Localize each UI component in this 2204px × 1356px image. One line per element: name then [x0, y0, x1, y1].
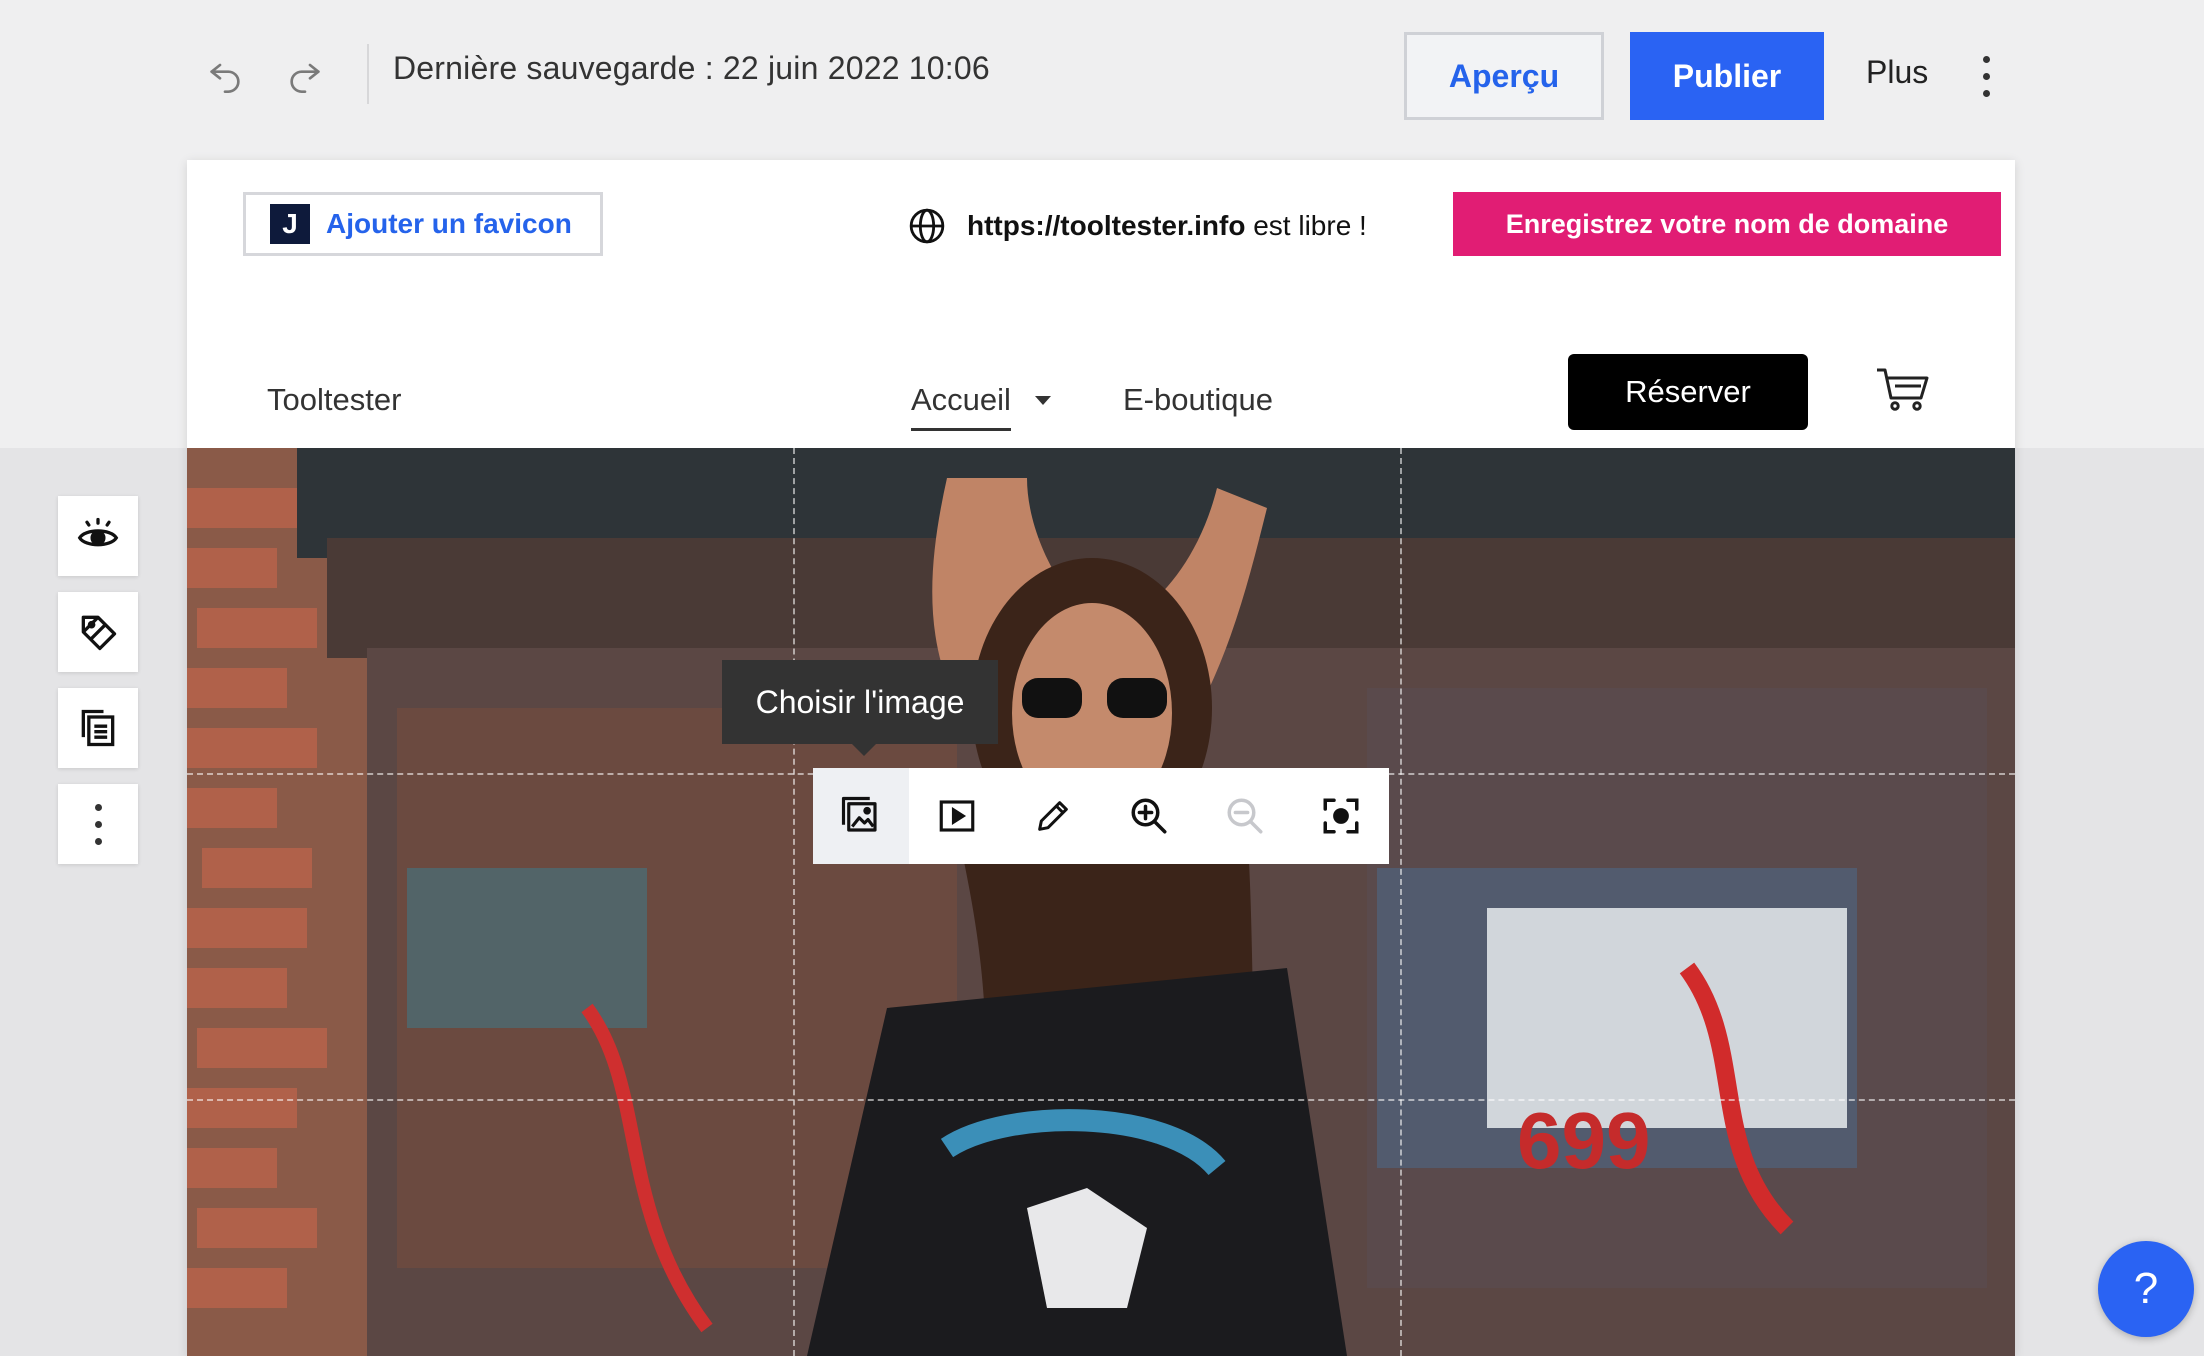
design-tool[interactable]: [58, 592, 138, 672]
layout-guide: [187, 1099, 2015, 1101]
pages-tool[interactable]: [58, 688, 138, 768]
hero-photo: 699: [187, 448, 2015, 1356]
zoom-out-button[interactable]: [1197, 768, 1293, 864]
choose-image-button[interactable]: [813, 768, 909, 864]
register-domain-button[interactable]: Enregistrez votre nom de domaine: [1453, 192, 2001, 256]
redo-icon[interactable]: [280, 50, 330, 100]
preview-button[interactable]: Aperçu: [1404, 32, 1604, 120]
book-button[interactable]: Réserver: [1568, 354, 1808, 430]
publish-button[interactable]: Publier: [1630, 32, 1824, 120]
pencil-icon: [1038, 801, 1068, 831]
pages-icon: [81, 709, 115, 747]
image-edit-toolbar: [813, 768, 1389, 864]
favicon-placeholder: J: [270, 204, 310, 244]
nav-home-label: Accueil: [911, 382, 1011, 431]
choose-image-tooltip: Choisir l'image: [722, 660, 998, 756]
domain-availability: https://tooltester.info est libre !: [907, 206, 1367, 246]
domain-promo-bar: J Ajouter un favicon https://tooltester.…: [187, 160, 2015, 285]
last-saved-text: Dernière sauvegarde : 22 juin 2022 10:06: [393, 50, 990, 86]
nav-item-home[interactable]: Accueil: [911, 382, 1051, 431]
video-button[interactable]: [909, 768, 1005, 864]
hero-image-section[interactable]: 699: [187, 448, 2015, 1356]
zoom-out-icon: [1227, 798, 1263, 834]
svg-text:699: 699: [1517, 1096, 1650, 1185]
add-favicon-button[interactable]: J Ajouter un favicon: [243, 192, 603, 256]
layout-guide: [1400, 448, 1402, 1356]
add-favicon-label: Ajouter un favicon: [326, 208, 572, 239]
zoom-in-button[interactable]: [1101, 768, 1197, 864]
zoom-in-icon: [1131, 798, 1167, 834]
cart-icon[interactable]: [1873, 360, 1933, 420]
layout-guide: [793, 448, 795, 1356]
website-preview: J Ajouter un favicon https://tooltester.…: [187, 160, 2015, 1356]
eye-icon: [77, 517, 119, 547]
toolbar-divider: [367, 44, 369, 104]
image-icon: [841, 796, 877, 832]
more-options-icon[interactable]: [1966, 44, 2006, 108]
paint-palette-icon: [81, 615, 117, 651]
more-tools[interactable]: [58, 784, 138, 864]
edit-image-button[interactable]: [1005, 768, 1101, 864]
more-button[interactable]: Plus: [1866, 54, 1928, 91]
chevron-down-icon: [1034, 396, 1051, 405]
visibility-tool[interactable]: [58, 496, 138, 576]
focus-icon: [1323, 798, 1359, 834]
nav-item-shop[interactable]: E-boutique: [1123, 382, 1273, 418]
play-video-icon: [939, 800, 975, 832]
editor-topbar: Dernière sauvegarde : 22 juin 2022 10:06…: [0, 0, 2204, 150]
more-vertical-icon: [94, 803, 102, 845]
site-brand[interactable]: Tooltester: [267, 382, 401, 418]
domain-status: est libre !: [1253, 210, 1367, 241]
undo-icon[interactable]: [200, 50, 250, 100]
focal-point-button[interactable]: [1293, 768, 1389, 864]
help-button[interactable]: ?: [2098, 1241, 2194, 1337]
domain-url: https://tooltester.info: [967, 210, 1246, 241]
globe-icon: [909, 208, 945, 244]
